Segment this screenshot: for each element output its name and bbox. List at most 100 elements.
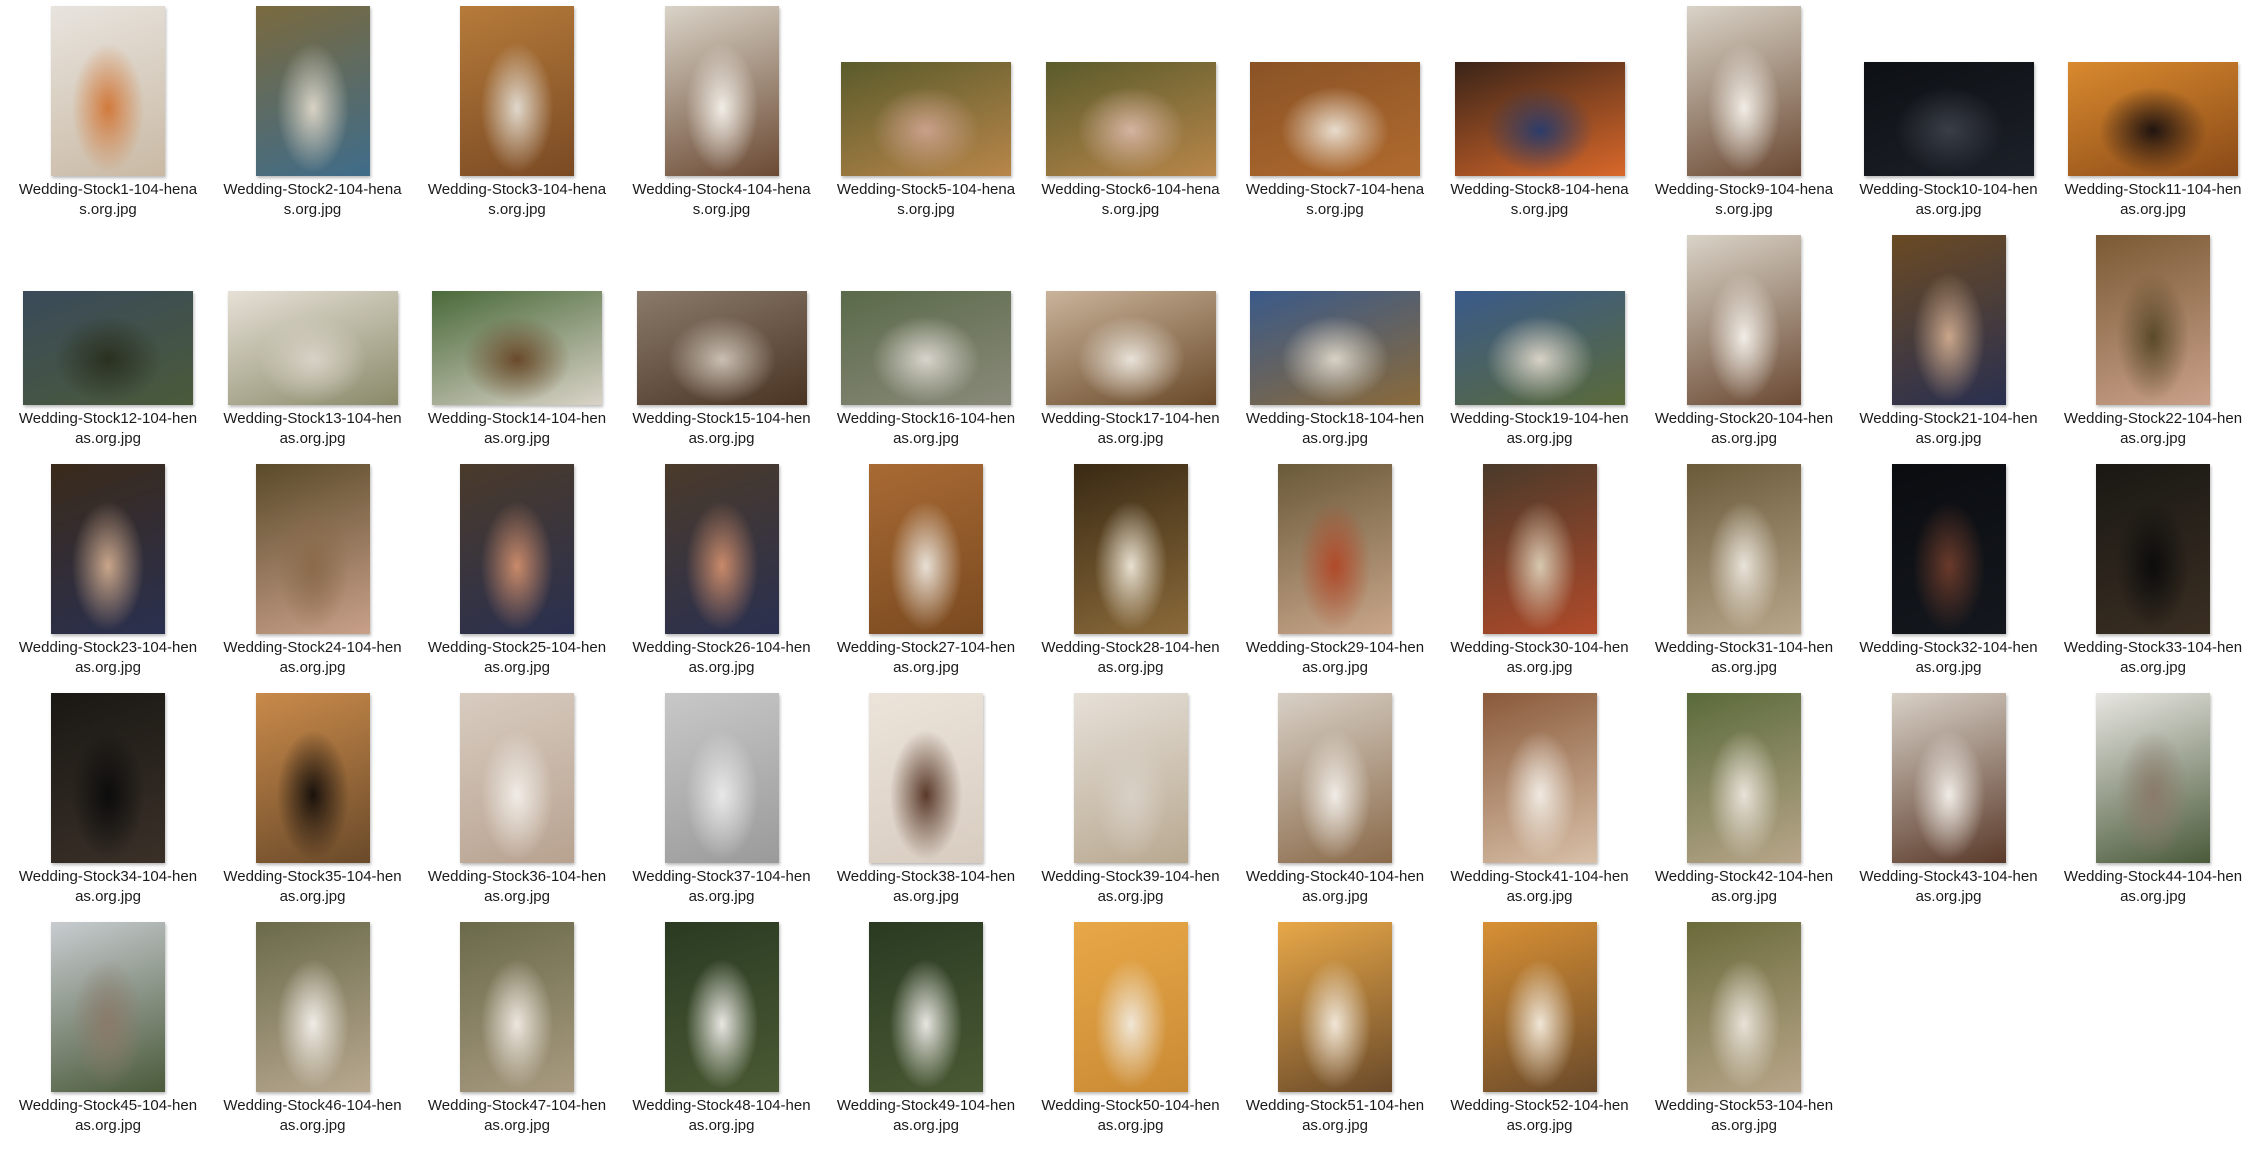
file-item[interactable]: Wedding-Stock4-104-hena s.org.jpg (620, 0, 824, 220)
file-item[interactable]: Wedding-Stock39-104-hen as.org.jpg (1029, 679, 1233, 907)
file-item[interactable]: Wedding-Stock1-104-hena s.org.jpg (6, 0, 210, 220)
photo-thumbnail[interactable] (664, 922, 779, 1092)
photo-thumbnail[interactable] (869, 693, 983, 863)
photo-thumbnail[interactable] (1073, 693, 1188, 863)
photo-thumbnail[interactable] (869, 464, 983, 634)
file-item[interactable]: Wedding-Stock27-104-hen as.org.jpg (824, 450, 1028, 678)
photo-thumbnail[interactable] (1482, 922, 1597, 1092)
photo-thumbnail[interactable] (1687, 235, 1801, 405)
file-item[interactable]: Wedding-Stock20-104-hen as.org.jpg (1642, 221, 1846, 449)
photo-thumbnail[interactable] (664, 693, 779, 863)
photo-thumbnail[interactable] (51, 922, 165, 1092)
photo-thumbnail[interactable] (51, 6, 165, 176)
file-item[interactable]: Wedding-Stock46-104-hen as.org.jpg (211, 908, 415, 1136)
photo-thumbnail[interactable] (664, 464, 779, 634)
file-item[interactable]: Wedding-Stock53-104-hen as.org.jpg (1642, 908, 1846, 1136)
photo-thumbnail[interactable] (869, 922, 983, 1092)
file-item[interactable]: Wedding-Stock14-104-hen as.org.jpg (415, 221, 619, 449)
photo-thumbnail[interactable] (255, 922, 370, 1092)
file-item[interactable]: Wedding-Stock47-104-hen as.org.jpg (415, 908, 619, 1136)
file-item[interactable]: Wedding-Stock32-104-hen as.org.jpg (1847, 450, 2051, 678)
photo-thumbnail[interactable] (460, 464, 574, 634)
photo-thumbnail[interactable] (1278, 922, 1392, 1092)
file-item[interactable]: Wedding-Stock33-104-hen as.org.jpg (2051, 450, 2246, 678)
photo-thumbnail[interactable] (841, 291, 1011, 405)
photo-thumbnail[interactable] (1250, 62, 1420, 176)
file-item[interactable]: Wedding-Stock45-104-hen as.org.jpg (6, 908, 210, 1136)
photo-thumbnail[interactable] (1482, 464, 1597, 634)
photo-thumbnail[interactable] (2096, 235, 2210, 405)
file-item[interactable]: Wedding-Stock50-104-hen as.org.jpg (1029, 908, 1233, 1136)
file-item[interactable]: Wedding-Stock34-104-hen as.org.jpg (6, 679, 210, 907)
file-item[interactable]: Wedding-Stock5-104-hena s.org.jpg (824, 0, 1028, 220)
photo-thumbnail[interactable] (1687, 464, 1801, 634)
file-item[interactable]: Wedding-Stock17-104-hen as.org.jpg (1029, 221, 1233, 449)
photo-thumbnail[interactable] (460, 6, 574, 176)
file-item[interactable]: Wedding-Stock29-104-hen as.org.jpg (1233, 450, 1437, 678)
file-item[interactable]: Wedding-Stock3-104-hena s.org.jpg (415, 0, 619, 220)
file-item[interactable]: Wedding-Stock30-104-hen as.org.jpg (1438, 450, 1642, 678)
file-item[interactable]: Wedding-Stock9-104-hena s.org.jpg (1642, 0, 1846, 220)
photo-thumbnail[interactable] (636, 291, 807, 405)
file-item[interactable]: Wedding-Stock15-104-hen as.org.jpg (620, 221, 824, 449)
photo-thumbnail[interactable] (1073, 922, 1188, 1092)
file-item[interactable]: Wedding-Stock21-104-hen as.org.jpg (1847, 221, 2051, 449)
photo-thumbnail[interactable] (664, 6, 779, 176)
photo-thumbnail[interactable] (1250, 291, 1420, 405)
photo-thumbnail[interactable] (460, 693, 574, 863)
photo-thumbnail[interactable] (23, 291, 193, 405)
photo-thumbnail[interactable] (2068, 62, 2238, 176)
file-item[interactable]: Wedding-Stock52-104-hen as.org.jpg (1438, 908, 1642, 1136)
file-item[interactable]: Wedding-Stock11-104-hen as.org.jpg (2051, 0, 2246, 220)
file-item[interactable]: Wedding-Stock22-104-hen as.org.jpg (2051, 221, 2246, 449)
file-item[interactable]: Wedding-Stock8-104-hena s.org.jpg (1438, 0, 1642, 220)
photo-thumbnail[interactable] (255, 693, 370, 863)
file-item[interactable]: Wedding-Stock25-104-hen as.org.jpg (415, 450, 619, 678)
photo-thumbnail[interactable] (255, 464, 370, 634)
photo-thumbnail[interactable] (51, 464, 165, 634)
photo-thumbnail[interactable] (1454, 62, 1625, 176)
file-item[interactable]: Wedding-Stock13-104-hen as.org.jpg (211, 221, 415, 449)
file-item[interactable]: Wedding-Stock16-104-hen as.org.jpg (824, 221, 1028, 449)
file-item[interactable]: Wedding-Stock48-104-hen as.org.jpg (620, 908, 824, 1136)
file-item[interactable]: Wedding-Stock41-104-hen as.org.jpg (1438, 679, 1642, 907)
photo-thumbnail[interactable] (1891, 693, 2006, 863)
photo-thumbnail[interactable] (227, 291, 398, 405)
photo-thumbnail[interactable] (1073, 464, 1188, 634)
file-item[interactable]: Wedding-Stock37-104-hen as.org.jpg (620, 679, 824, 907)
photo-thumbnail[interactable] (1482, 693, 1597, 863)
photo-thumbnail[interactable] (1278, 693, 1392, 863)
photo-thumbnail[interactable] (1687, 922, 1801, 1092)
file-item[interactable]: Wedding-Stock19-104-hen as.org.jpg (1438, 221, 1642, 449)
file-item[interactable]: Wedding-Stock38-104-hen as.org.jpg (824, 679, 1028, 907)
file-item[interactable]: Wedding-Stock42-104-hen as.org.jpg (1642, 679, 1846, 907)
file-item[interactable]: Wedding-Stock12-104-hen as.org.jpg (6, 221, 210, 449)
photo-thumbnail[interactable] (1278, 464, 1392, 634)
photo-thumbnail[interactable] (2096, 464, 2210, 634)
file-item[interactable]: Wedding-Stock10-104-hen as.org.jpg (1847, 0, 2051, 220)
photo-thumbnail[interactable] (1891, 464, 2006, 634)
photo-thumbnail[interactable] (2096, 693, 2210, 863)
file-item[interactable]: Wedding-Stock31-104-hen as.org.jpg (1642, 450, 1846, 678)
photo-thumbnail[interactable] (1687, 693, 1801, 863)
file-item[interactable]: Wedding-Stock49-104-hen as.org.jpg (824, 908, 1028, 1136)
file-item[interactable]: Wedding-Stock40-104-hen as.org.jpg (1233, 679, 1437, 907)
photo-thumbnail[interactable] (1891, 235, 2006, 405)
photo-thumbnail[interactable] (1863, 62, 2034, 176)
photo-thumbnail[interactable] (1045, 62, 1216, 176)
file-item[interactable]: Wedding-Stock18-104-hen as.org.jpg (1233, 221, 1437, 449)
photo-thumbnail[interactable] (460, 922, 574, 1092)
file-item[interactable]: Wedding-Stock7-104-hena s.org.jpg (1233, 0, 1437, 220)
photo-thumbnail[interactable] (51, 693, 165, 863)
file-item[interactable]: Wedding-Stock26-104-hen as.org.jpg (620, 450, 824, 678)
photo-thumbnail[interactable] (432, 291, 602, 405)
file-item[interactable]: Wedding-Stock28-104-hen as.org.jpg (1029, 450, 1233, 678)
file-item[interactable]: Wedding-Stock43-104-hen as.org.jpg (1847, 679, 2051, 907)
file-item[interactable]: Wedding-Stock24-104-hen as.org.jpg (211, 450, 415, 678)
photo-thumbnail[interactable] (1454, 291, 1625, 405)
photo-thumbnail[interactable] (1687, 6, 1801, 176)
file-item[interactable]: Wedding-Stock51-104-hen as.org.jpg (1233, 908, 1437, 1136)
photo-thumbnail[interactable] (1045, 291, 1216, 405)
file-item[interactable]: Wedding-Stock44-104-hen as.org.jpg (2051, 679, 2246, 907)
file-item[interactable]: Wedding-Stock6-104-hena s.org.jpg (1029, 0, 1233, 220)
